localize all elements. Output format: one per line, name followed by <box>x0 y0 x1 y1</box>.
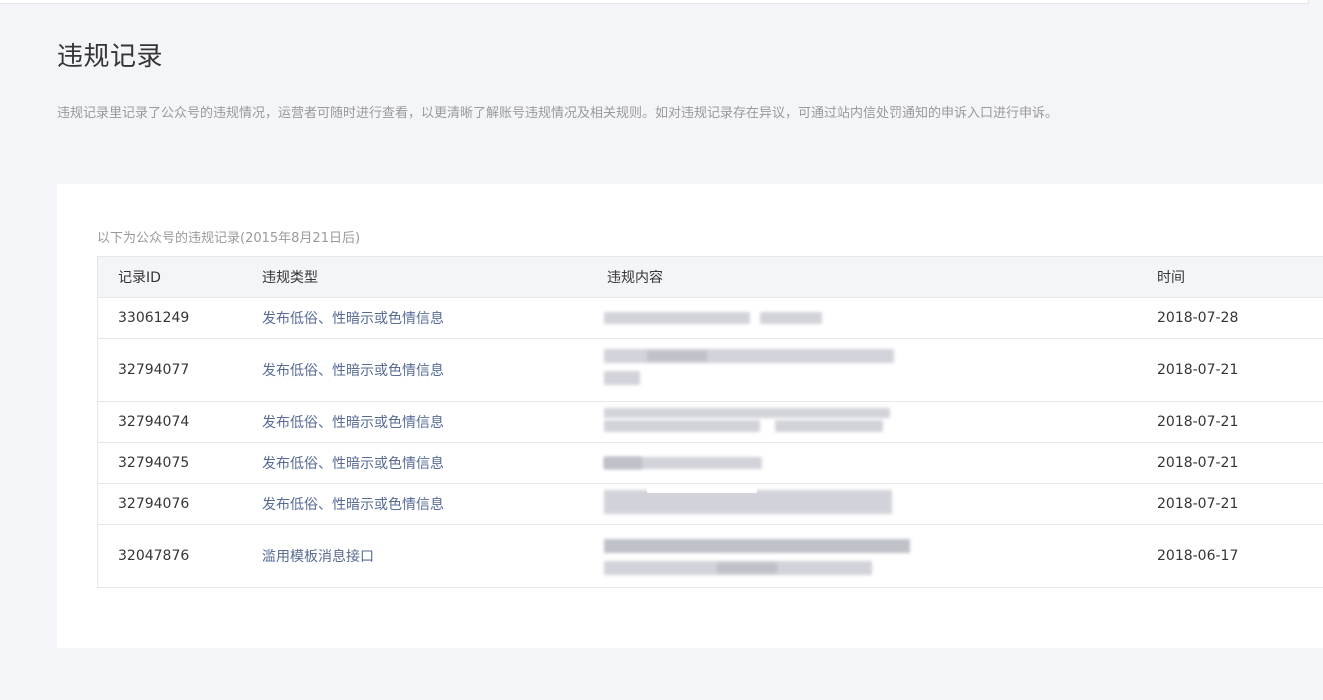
violation-type: 发布低俗、性暗示或色情信息 <box>262 338 607 402</box>
record-time: 2018-07-21 <box>1157 338 1323 402</box>
column-header-time: 时间 <box>1157 256 1323 298</box>
record-id: 32794074 <box>97 401 262 443</box>
table-header-row: 记录ID 违规类型 违规内容 时间 <box>97 256 1323 298</box>
column-header-content: 违规内容 <box>607 256 1157 298</box>
table-caption: 以下为公众号的违规记录(2015年8月21日后) <box>97 231 361 246</box>
table-row: 32794074 发布低俗、性暗示或色情信息 2018-07-21 <box>97 401 1323 443</box>
record-time: 2018-06-17 <box>1157 524 1323 588</box>
page-title: 违规记录 <box>57 42 164 72</box>
violation-type: 发布低俗、性暗示或色情信息 <box>262 442 607 484</box>
violation-records-table: 记录ID 违规类型 违规内容 时间 33061249 发布低俗、性暗示或色情信息… <box>97 256 1323 588</box>
record-time: 2018-07-21 <box>1157 442 1323 484</box>
record-id: 32047876 <box>97 524 262 588</box>
record-id: 32794077 <box>97 338 262 402</box>
column-header-type: 违规类型 <box>262 256 607 298</box>
blurred-content <box>604 484 1157 524</box>
blurred-content <box>604 298 1157 338</box>
violation-type: 滥用模板消息接口 <box>262 524 607 588</box>
blurred-content <box>604 525 1157 587</box>
violation-content <box>604 524 1157 588</box>
violation-type: 发布低俗、性暗示或色情信息 <box>262 401 607 443</box>
record-time: 2018-07-28 <box>1157 297 1323 339</box>
violation-content <box>604 401 1157 443</box>
record-id: 32794075 <box>97 442 262 484</box>
violation-type: 发布低俗、性暗示或色情信息 <box>262 297 607 339</box>
table-row: 33061249 发布低俗、性暗示或色情信息 2018-07-28 <box>97 297 1323 339</box>
page-description: 违规记录里记录了公众号的违规情况，运营者可随时进行查看，以更清晰了解账号违规情况… <box>57 106 1059 121</box>
table-row: 32794077 发布低俗、性暗示或色情信息 2018-07-21 <box>97 338 1323 402</box>
records-card: 以下为公众号的违规记录(2015年8月21日后) 记录ID 违规类型 违规内容 … <box>57 184 1323 648</box>
blurred-content <box>604 339 1157 401</box>
blurred-content <box>604 443 1157 483</box>
record-time: 2018-07-21 <box>1157 401 1323 443</box>
top-bar <box>0 0 1309 4</box>
violation-type: 发布低俗、性暗示或色情信息 <box>262 483 607 525</box>
record-id: 33061249 <box>97 297 262 339</box>
table-row: 32794075 发布低俗、性暗示或色情信息 2018-07-21 <box>97 442 1323 484</box>
table-row: 32794076 发布低俗、性暗示或色情信息 2018-07-21 <box>97 483 1323 525</box>
violation-content <box>604 338 1157 402</box>
table-row: 32047876 滥用模板消息接口 2018-06-17 <box>97 524 1323 588</box>
record-time: 2018-07-21 <box>1157 483 1323 525</box>
violation-content <box>604 297 1157 339</box>
blurred-content <box>604 402 1157 442</box>
violation-content <box>604 442 1157 484</box>
column-header-id: 记录ID <box>97 256 262 298</box>
record-id: 32794076 <box>97 483 262 525</box>
violation-content <box>604 483 1157 525</box>
